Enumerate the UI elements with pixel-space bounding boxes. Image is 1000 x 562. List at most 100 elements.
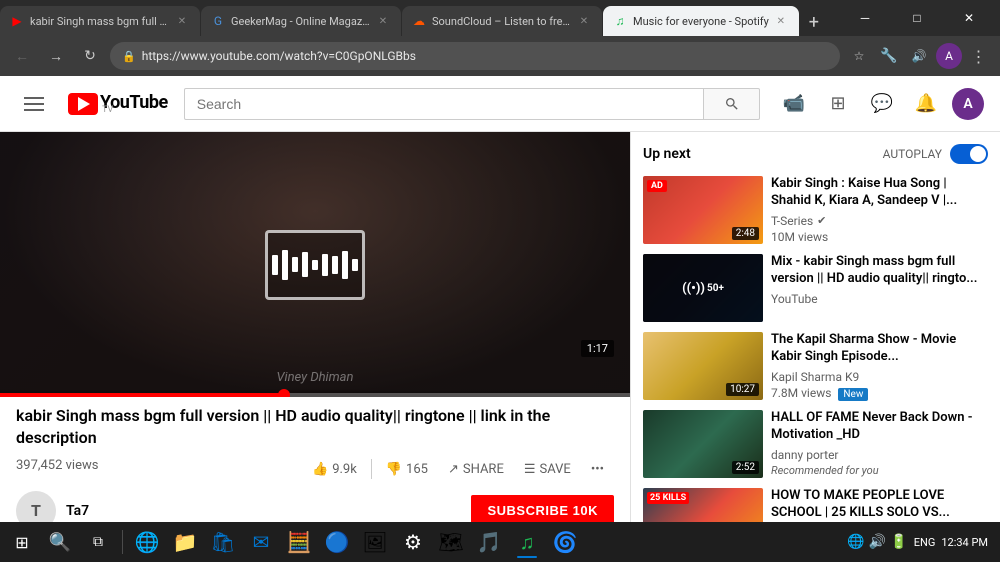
taskbar-chrome-2[interactable]: 🌀	[547, 524, 583, 560]
tab-favicon-soundcloud: ☁	[412, 14, 426, 28]
messages-button[interactable]: 💬	[864, 86, 900, 122]
thumbnail-0: AD 2:48	[643, 176, 763, 244]
taskbar-mail[interactable]: ✉	[243, 524, 279, 560]
bookmark-star-button[interactable]: ☆	[846, 43, 872, 69]
card-channel-2: Kapil Sharma K9	[771, 370, 988, 384]
sound-icon[interactable]: 🔊	[869, 534, 886, 550]
tab-close-soundcloud[interactable]: ✕	[576, 13, 592, 29]
channel-name: Ta7	[66, 503, 89, 519]
search-button[interactable]	[704, 88, 760, 120]
extensions-button[interactable]: 🔧	[876, 43, 902, 69]
back-button[interactable]: ←	[8, 42, 36, 70]
card-title-1: Mix - kabir Singh mass bgm full version …	[771, 254, 988, 288]
like-button[interactable]: 👍 9.9k	[302, 456, 367, 483]
video-player[interactable]: Viney Dhiman 1:17	[0, 132, 630, 397]
kills-badge-4: 25 KILLS	[647, 492, 689, 504]
search-taskbar-button[interactable]: 🔍	[42, 524, 78, 560]
bar-9	[352, 259, 358, 271]
share-button[interactable]: ↗ SHARE	[438, 456, 514, 483]
youtube-logo-icon	[68, 93, 98, 115]
menu-button[interactable]: ⋮	[966, 43, 992, 69]
address-bar[interactable]: 🔒 https://www.youtube.com/watch?v=C0GpON…	[110, 42, 840, 70]
taskbar-file-explorer[interactable]: 📁	[167, 524, 203, 560]
taskbar-system-tray: 🌐 🔊 🔋 ENG 12:34 PM	[839, 534, 996, 550]
save-label: SAVE	[540, 462, 571, 477]
close-button[interactable]: ✕	[946, 3, 992, 33]
tab-soundcloud[interactable]: ☁ SoundCloud – Listen to free mu... ✕	[402, 6, 602, 36]
more-options-button[interactable]: •••	[581, 456, 614, 483]
tab-geekermag[interactable]: G GeekerMag - Online Magazine f... ✕	[201, 6, 401, 36]
taskbar-music[interactable]: 🎵	[471, 524, 507, 560]
new-tab-button[interactable]: +	[800, 8, 828, 36]
recommendation-card-1[interactable]: ((•)) 50+ Mix - kabir Singh mass bgm ful…	[643, 254, 988, 322]
taskbar-photos[interactable]: 🖼	[357, 524, 393, 560]
like-dislike-separator	[371, 459, 372, 479]
youtube-logo-tv: TV	[102, 105, 168, 115]
tab-bar: ▶ kabir Singh mass bgm full v... ✕ G Gee…	[0, 0, 1000, 36]
recommendation-card-3[interactable]: 2:52 HALL OF FAME Never Back Down - Moti…	[643, 410, 988, 478]
dislike-count: 165	[406, 462, 428, 477]
card-views-3: Recommended for you	[771, 464, 988, 477]
task-view-button[interactable]: ⧉	[80, 524, 116, 560]
hamburger-menu-button[interactable]	[16, 86, 52, 122]
tab-favicon-geekermag: G	[211, 14, 225, 28]
apps-grid-button[interactable]: ⊞	[820, 86, 856, 122]
tab-title-geekermag: GeekerMag - Online Magazine f...	[231, 15, 371, 28]
share-label: SHARE	[463, 462, 504, 477]
search-input[interactable]	[197, 96, 691, 112]
taskbar-edge[interactable]: 🌐	[129, 524, 165, 560]
autoplay-toggle-dot	[970, 146, 986, 162]
video-progress-fill	[0, 393, 284, 397]
save-button[interactable]: ☰ SAVE	[514, 456, 581, 483]
bar-2	[282, 250, 288, 280]
youtube-page: YouTube TV 📹 ⊞ 💬 🔔 A	[0, 76, 1000, 562]
tab-title-spotify: Music for everyone - Spotify	[633, 15, 769, 28]
more-icon: •••	[591, 462, 604, 477]
taskbar: ⊞ 🔍 ⧉ 🌐 📁 🛍 ✉ 🧮 🔵 🖼 ⚙ 🗺 🎵 ♫ 🌀 🌐 🔊 🔋 ENG …	[0, 522, 1000, 562]
recommendation-card-0[interactable]: AD 2:48 Kabir Singh : Kaise Hua Song | S…	[643, 176, 988, 244]
forward-button[interactable]: →	[42, 42, 70, 70]
thumbnail-2: 10:27	[643, 332, 763, 400]
tab-spotify[interactable]: ♫ Music for everyone - Spotify ✕	[603, 6, 799, 36]
minimize-button[interactable]: ─	[842, 3, 888, 33]
video-title: kabir Singh mass bgm full version || HD …	[16, 405, 614, 450]
taskbar-settings[interactable]: ⚙	[395, 524, 431, 560]
autoplay-toggle[interactable]	[950, 144, 988, 164]
youtube-header: YouTube TV 📹 ⊞ 💬 🔔 A	[0, 76, 1000, 132]
network-icon[interactable]: 🌐	[847, 534, 864, 550]
recommendation-card-2[interactable]: 10:27 The Kapil Sharma Show - Movie Kabi…	[643, 332, 988, 400]
video-meta-row: 397,452 views 👍 9.9k 👎 165 ↗	[16, 456, 614, 483]
dislike-button[interactable]: 👎 165	[376, 456, 438, 483]
taskbar-store[interactable]: 🛍	[205, 524, 241, 560]
taskbar-spotify[interactable]: ♫	[509, 524, 545, 560]
maximize-button[interactable]: □	[894, 3, 940, 33]
card-views-2: 7.8M views New	[771, 386, 988, 400]
create-video-button[interactable]: 📹	[776, 86, 812, 122]
thumbs-up-icon: 👍	[312, 462, 328, 477]
video-placeholder: Viney Dhiman	[0, 132, 630, 397]
start-button[interactable]: ⊞	[4, 524, 40, 560]
user-avatar[interactable]: A	[952, 88, 984, 120]
profile-button[interactable]: A	[936, 43, 962, 69]
taskbar-separator	[122, 530, 123, 554]
refresh-button[interactable]: ↻	[76, 42, 104, 70]
tab-close-youtube[interactable]: ✕	[174, 13, 190, 29]
tab-close-spotify[interactable]: ✕	[773, 13, 789, 29]
tab-youtube[interactable]: ▶ kabir Singh mass bgm full v... ✕	[0, 6, 200, 36]
taskbar-chrome[interactable]: 🔵	[319, 524, 355, 560]
youtube-logo[interactable]: YouTube TV	[68, 92, 168, 115]
tab-close-geekermag[interactable]: ✕	[375, 13, 391, 29]
taskbar-maps[interactable]: 🗺	[433, 524, 469, 560]
address-actions: ☆ 🔧 🔊 A ⋮	[846, 43, 992, 69]
card-title-4: HOW TO MAKE PEOPLE LOVE SCHOOL | 25 KILL…	[771, 488, 988, 522]
search-box[interactable]	[184, 88, 704, 120]
notifications-button[interactable]: 🔔	[908, 86, 944, 122]
video-actions: 👍 9.9k 👎 165 ↗ SHARE ☰	[302, 456, 614, 483]
autoplay-label: AUTOPLAY	[883, 147, 942, 161]
video-progress-bar[interactable]	[0, 393, 630, 397]
volume-button[interactable]: 🔊	[906, 43, 932, 69]
taskbar-system-icons: 🌐 🔊 🔋	[847, 534, 907, 550]
taskbar-calculator[interactable]: 🧮	[281, 524, 317, 560]
card-channel-1: YouTube	[771, 292, 988, 306]
bar-4	[302, 252, 308, 277]
